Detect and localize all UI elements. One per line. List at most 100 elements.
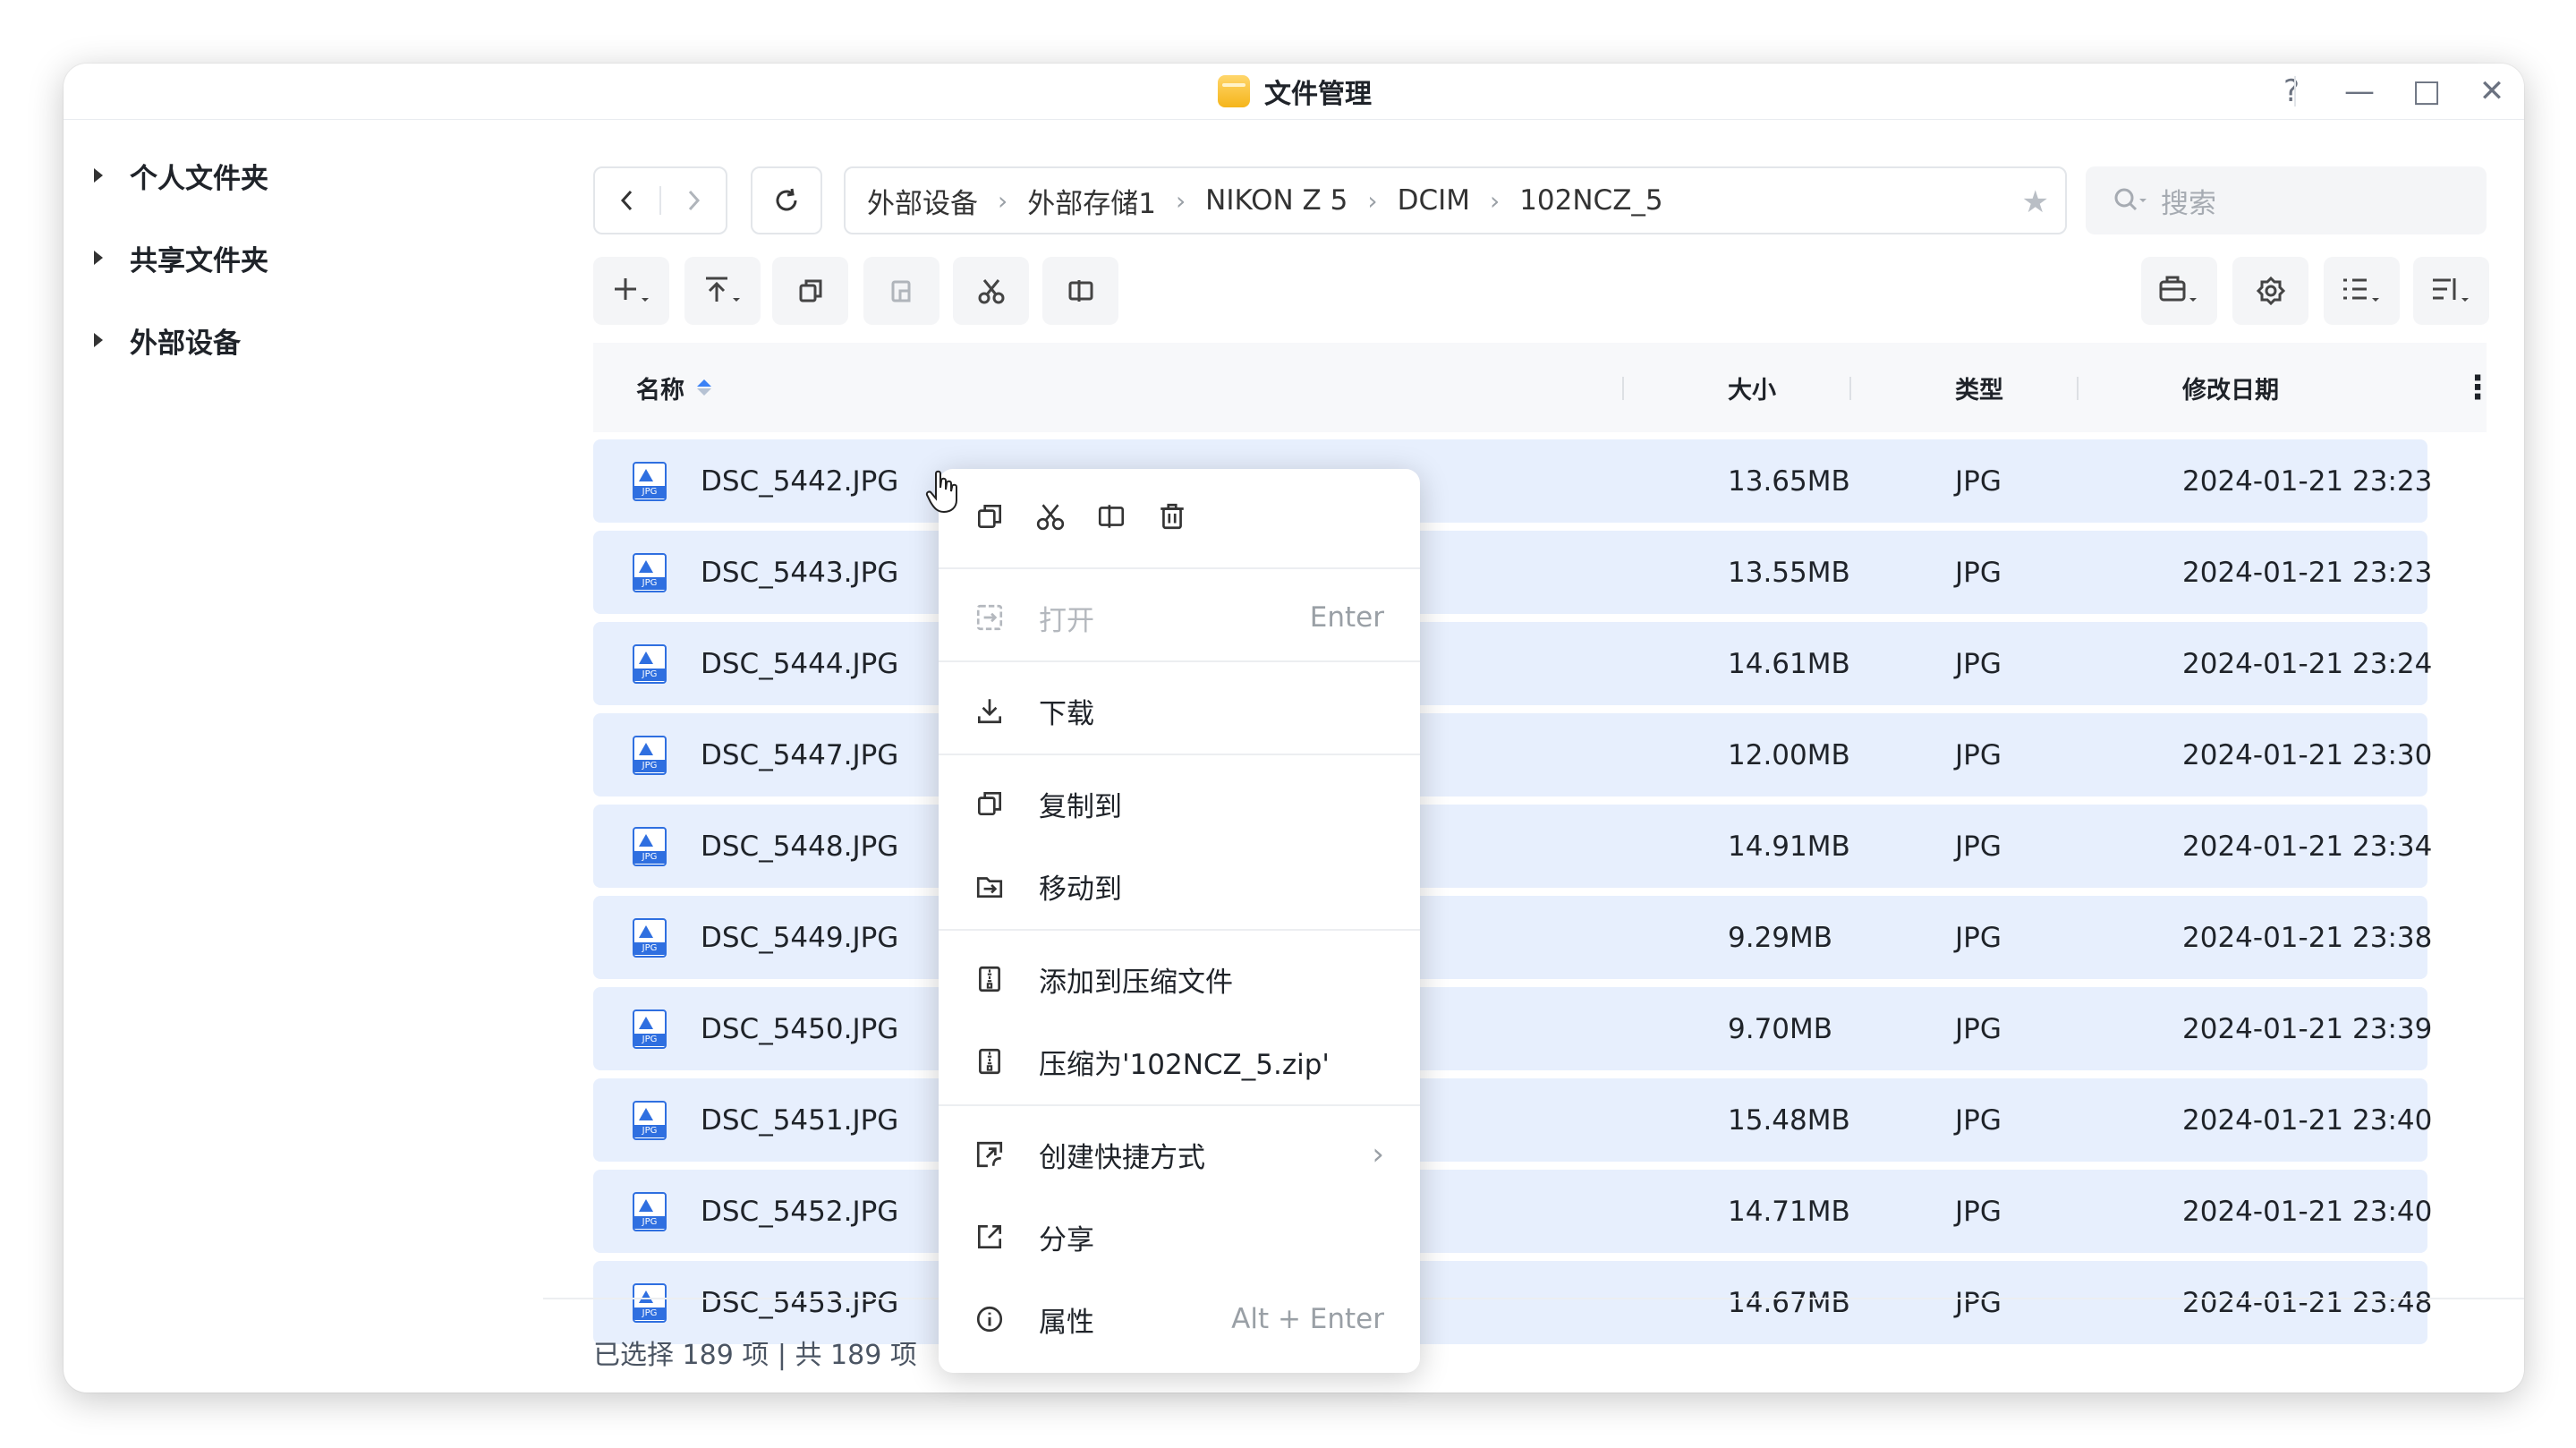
maximize-icon: □ (2411, 73, 2442, 109)
rename-button[interactable] (1042, 257, 1118, 325)
menu-item-download[interactable]: 下载 (939, 675, 1420, 746)
titlebar-divider (2294, 76, 2296, 106)
file-size: 15.48MB (1728, 1103, 1850, 1137)
copy-button[interactable] (772, 257, 848, 325)
breadcrumb-item-current[interactable]: 102NCZ_5 (1519, 184, 1662, 217)
search-input[interactable]: 搜索 (2086, 166, 2487, 234)
sidebar-item-personal[interactable]: 个人文件夹 (94, 149, 268, 202)
minimize-button[interactable]: — (2333, 64, 2386, 119)
shortcut-hint: Alt + Enter (1231, 1303, 1384, 1335)
sidebar-item-external[interactable]: 外部设备 (94, 313, 241, 367)
table-row[interactable]: DSC_5451.JPG 15.48MB JPG 2024-01-21 23:4… (593, 1078, 2432, 1162)
file-name: DSC_5444.JPG (701, 647, 899, 680)
file-type: JPG (1955, 647, 2002, 680)
chevron-right-icon: › (1372, 1137, 1384, 1172)
move-to-icon (974, 871, 1010, 901)
refresh-button[interactable] (751, 166, 822, 234)
table-row[interactable]: DSC_5447.JPG 12.00MB JPG 2024-01-21 23:3… (593, 713, 2432, 796)
menu-item-add-to-archive[interactable]: 添加到压缩文件 (939, 943, 1420, 1015)
scissors-icon[interactable] (1035, 501, 1066, 535)
table-header: 名称 大小 类型 修改日期 ⋮ (593, 343, 2494, 432)
close-icon: ✕ (2478, 73, 2505, 109)
expand-arrow-icon[interactable] (94, 168, 103, 183)
copy-icon[interactable] (974, 501, 1005, 535)
menu-item-label: 分享 (1039, 1223, 1094, 1256)
file-modified: 2024-01-21 23:23 (2182, 464, 2433, 498)
column-header-name[interactable]: 名称 (636, 343, 711, 432)
storage-button[interactable] (2141, 257, 2217, 325)
paste-button[interactable] (863, 257, 939, 325)
table-row[interactable]: DSC_5442.JPG 13.65MB JPG 2024-01-21 23:2… (593, 439, 2432, 523)
sidebar-item-shared[interactable]: 共享文件夹 (94, 231, 268, 285)
file-size: 9.70MB (1728, 1012, 1833, 1045)
file-type: JPG (1955, 556, 2002, 589)
column-header-modified[interactable]: 修改日期 (2182, 343, 2279, 432)
file-name: DSC_5450.JPG (701, 1012, 899, 1045)
zip-icon (974, 1046, 1010, 1077)
trash-icon[interactable] (1157, 501, 1187, 535)
maximize-button[interactable]: □ (2400, 64, 2453, 119)
file-modified: 2024-01-21 23:34 (2182, 830, 2433, 863)
expand-arrow-icon[interactable] (94, 251, 103, 265)
menu-item-copy-to[interactable]: 复制到 (939, 768, 1420, 839)
column-header-size[interactable]: 大小 (1728, 343, 1776, 432)
menu-item-label: 属性 (1039, 1306, 1094, 1339)
menu-item-open[interactable]: 打开 Enter (939, 582, 1420, 653)
jpg-file-icon (633, 826, 667, 866)
close-button[interactable]: ✕ (2465, 64, 2519, 119)
breadcrumb-item[interactable]: 外部设备 (867, 181, 978, 221)
menu-item-label: 添加到压缩文件 (1039, 966, 1233, 999)
table-row[interactable]: DSC_5443.JPG 13.55MB JPG 2024-01-21 23:2… (593, 531, 2432, 614)
help-button[interactable]: ? (2265, 64, 2318, 119)
rename-icon[interactable] (1096, 501, 1126, 535)
file-size: 9.29MB (1728, 921, 1833, 954)
view-mode-button[interactable] (2324, 257, 2400, 325)
breadcrumb-item[interactable]: DCIM (1398, 184, 1470, 217)
breadcrumb: 外部设备 › 外部存储1 › NIKON Z 5 › DCIM › 102NCZ… (844, 166, 2067, 234)
table-row[interactable]: DSC_5449.JPG 9.29MB JPG 2024-01-21 23:38 (593, 896, 2432, 979)
info-icon (974, 1304, 1010, 1334)
menu-item-label: 压缩为'102NCZ_5.zip' (1039, 1048, 1330, 1081)
upload-button[interactable] (684, 257, 761, 325)
cut-button[interactable] (953, 257, 1029, 325)
menu-item-label: 创建快捷方式 (1039, 1141, 1205, 1174)
file-modified: 2024-01-21 23:23 (2182, 556, 2433, 589)
menu-item-move-to[interactable]: 移动到 (939, 850, 1420, 922)
menu-item-compress-as[interactable]: 压缩为'102NCZ_5.zip' (939, 1026, 1420, 1097)
share-icon (974, 1222, 1010, 1252)
column-header-type[interactable]: 类型 (1955, 343, 2003, 432)
settings-button[interactable] (2232, 257, 2308, 325)
table-row[interactable]: DSC_5448.JPG 14.91MB JPG 2024-01-21 23:3… (593, 805, 2432, 888)
app-title: 文件管理 (1218, 64, 1372, 119)
column-options-icon[interactable]: ⋮ (2461, 343, 2494, 432)
menu-item-properties[interactable]: 属性 Alt + Enter (939, 1283, 1420, 1355)
table-row[interactable]: DSC_5444.JPG 14.61MB JPG 2024-01-21 23:2… (593, 622, 2432, 705)
menu-item-label: 下载 (1039, 697, 1094, 730)
back-button[interactable] (595, 168, 659, 233)
forward-button[interactable] (661, 168, 726, 233)
sidebar-item-label: 外部设备 (130, 327, 241, 360)
favorite-star-icon[interactable]: ★ (2022, 184, 2049, 220)
file-name: DSC_5443.JPG (701, 556, 899, 589)
breadcrumb-item[interactable]: 外部存储1 (1027, 181, 1156, 221)
file-size: 14.67MB (1728, 1286, 1850, 1319)
expand-arrow-icon[interactable] (94, 333, 103, 347)
archive-icon (974, 964, 1010, 994)
menu-item-share[interactable]: 分享 (939, 1201, 1420, 1273)
jpg-file-icon (633, 1100, 667, 1140)
breadcrumb-item[interactable]: NIKON Z 5 (1205, 184, 1348, 217)
paste-icon (891, 280, 910, 302)
menu-item-create-shortcut[interactable]: 创建快捷方式 › (939, 1119, 1420, 1190)
shortcut-hint: Enter (1309, 601, 1384, 634)
new-button[interactable] (593, 257, 669, 325)
table-row[interactable]: DSC_5450.JPG 9.70MB JPG 2024-01-21 23:39 (593, 987, 2432, 1070)
sort-button[interactable] (2413, 257, 2489, 325)
table-row[interactable]: DSC_5452.JPG 14.71MB JPG 2024-01-21 23:4… (593, 1170, 2432, 1253)
menu-item-label: 复制到 (1039, 790, 1122, 823)
sort-ascending-icon (697, 379, 711, 396)
open-icon (974, 602, 1010, 633)
upload-dropdown-icon (705, 277, 740, 302)
file-name: DSC_5447.JPG (701, 738, 899, 771)
file-list: DSC_5442.JPG 13.65MB JPG 2024-01-21 23:2… (593, 432, 2490, 1359)
jpg-file-icon (633, 735, 667, 775)
